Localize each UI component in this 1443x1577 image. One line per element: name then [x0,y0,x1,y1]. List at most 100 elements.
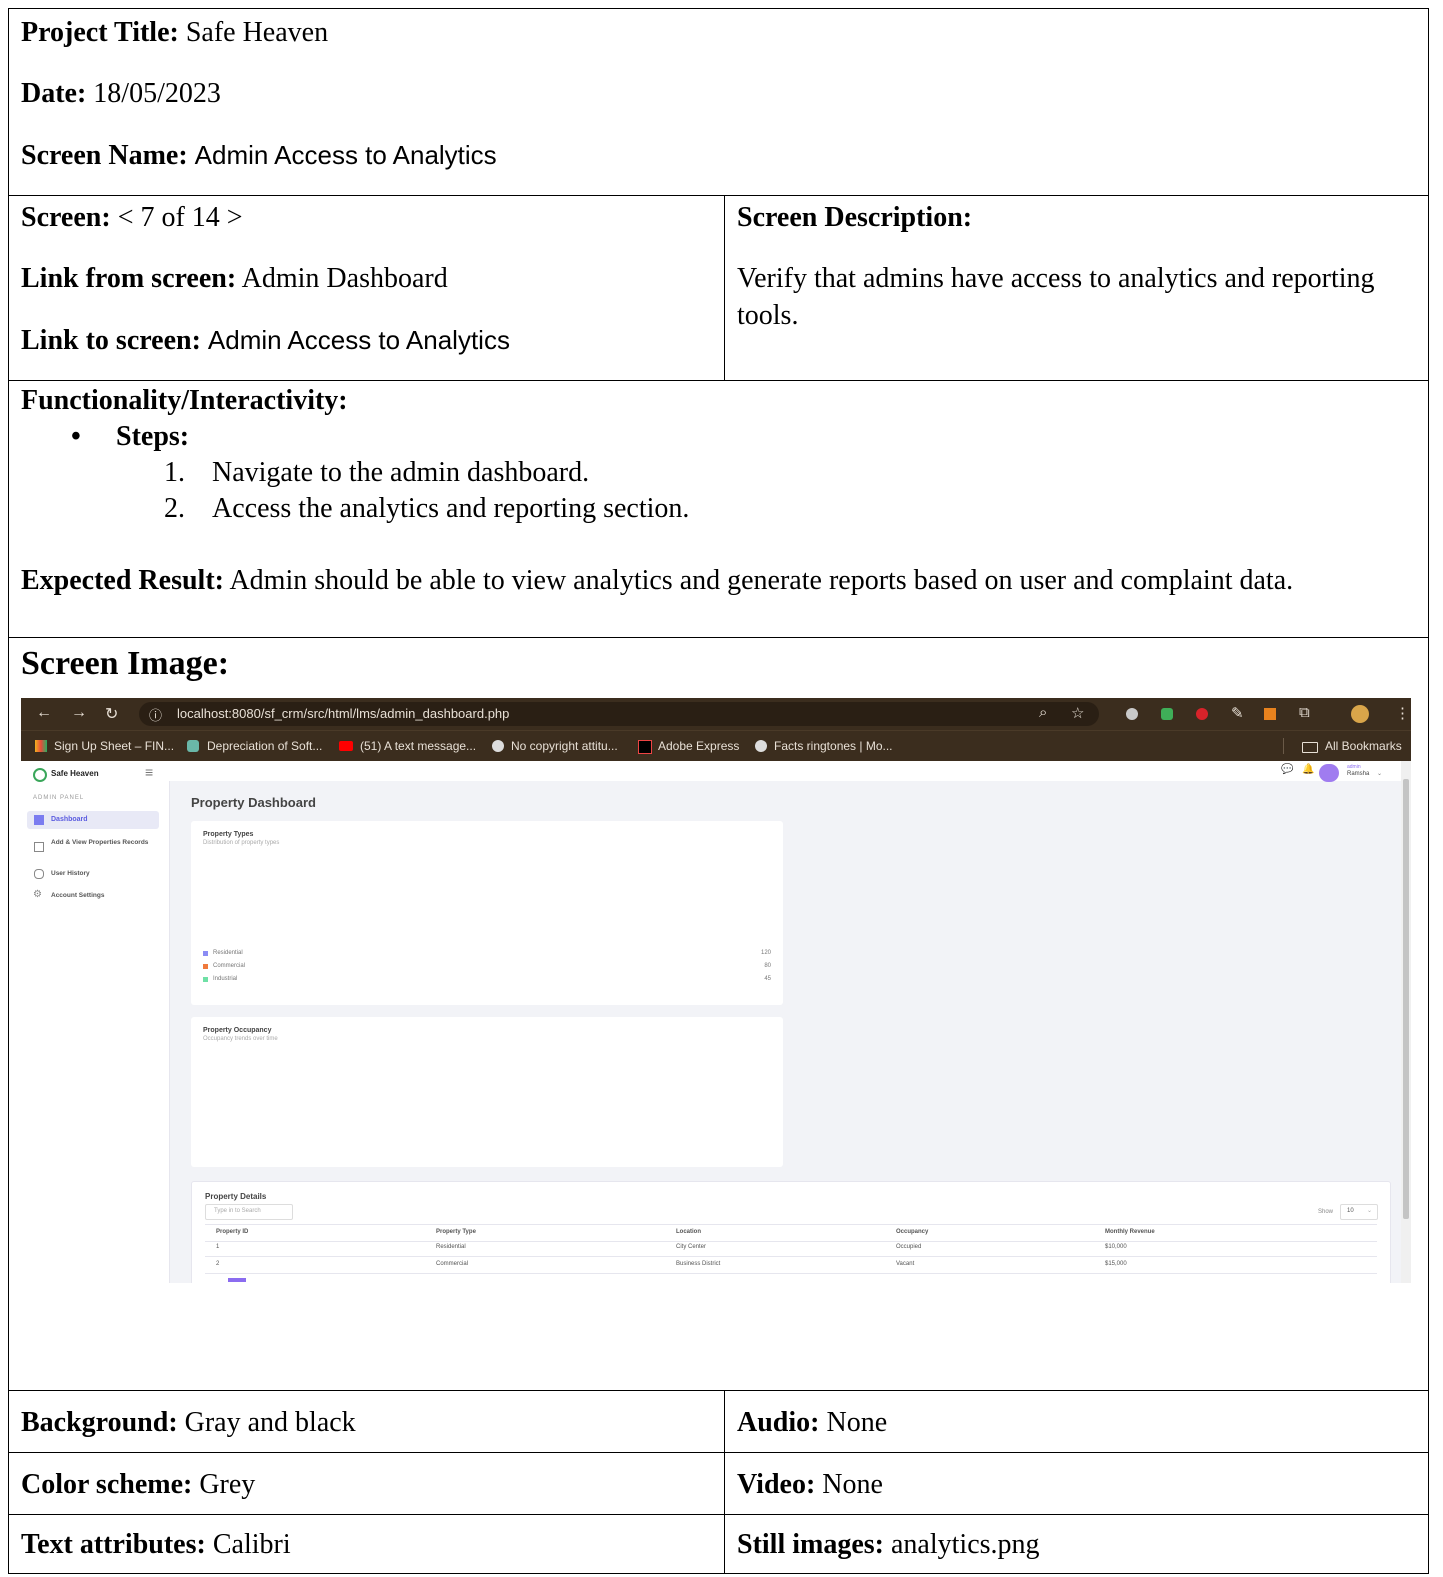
user-avatar[interactable] [1319,764,1339,782]
legend-label: Residential [213,950,243,956]
date-value: 18/05/2023 [93,78,221,109]
folder-icon [1302,742,1318,753]
logo-house-icon [33,768,47,782]
column-header[interactable]: Property ID [216,1229,248,1235]
bookmark-2[interactable]: Depreciation of Soft... [207,739,322,753]
header-section: Project Title: Safe Heaven Date: 18/05/2… [9,9,1428,196]
extension-picker-icon[interactable]: ✎ [1231,704,1244,722]
nav-user-history-label: User History [51,870,90,877]
legend-value: 120 [760,950,771,956]
column-header[interactable]: Monthly Revenue [1105,1229,1155,1235]
extension-fox-icon[interactable] [1264,708,1276,720]
zoom-icon[interactable]: ⌕ [1039,704,1047,721]
footer-row-2: Color scheme: Grey Video: None [9,1453,1428,1515]
step-2-text: Access the analytics and reporting secti… [212,493,690,524]
user-chevron-down-icon[interactable]: ⌄ [1377,770,1382,777]
star-icon[interactable]: ☆ [1071,704,1084,722]
color-scheme-cell: Color scheme: Grey [9,1453,725,1514]
bell-icon[interactable]: 🔔 [1302,764,1314,775]
users-icon [34,869,44,879]
site-info-icon[interactable]: ⓘ [149,705,162,724]
extensions-puzzle-icon[interactable]: ⧉ [1299,704,1310,721]
legend-value: 80 [764,963,771,969]
column-header[interactable]: Occupancy [896,1229,928,1235]
show-label: Show [1318,1209,1334,1215]
cell-occupancy: Vacant [896,1261,915,1267]
bookmark-youtube-icon [339,741,353,751]
profile-avatar-icon[interactable] [1351,705,1369,723]
legend-swatch [203,977,208,982]
back-icon[interactable]: ← [36,704,52,722]
page-size-value: 10 [1347,1208,1354,1214]
nav-user-history[interactable]: User History [27,867,159,881]
extension-drive-icon[interactable] [1161,708,1173,720]
expected-text: Admin should be able to view analytics a… [229,565,1294,596]
edit-icon [34,842,44,852]
nav-properties-label: Add & View Properties Records [51,839,149,846]
cell-location: Business District [676,1261,721,1267]
date-label: Date: [21,78,87,109]
nav-account-settings[interactable]: ⚙ Account Settings [27,889,159,903]
bookmarks-bar: Sign Up Sheet – FIN... Depreciation of S… [21,730,1411,762]
hamburger-icon[interactable]: ≡ [145,764,153,780]
legend-label: Industrial [213,976,238,982]
property-details-title: Property Details [205,1192,267,1201]
bookmark-3[interactable]: (51) A text message... [360,739,476,753]
extension-globe-icon[interactable] [1126,708,1138,720]
property-types-subtitle: Distribution of property types [203,840,280,846]
nav-account-settings-label: Account Settings [51,892,105,899]
property-occupancy-title: Property Occupancy [203,1027,272,1034]
reload-icon[interactable]: ↻ [105,704,118,724]
screen-links-cell: Screen: < 7 of 14 > Link from screen: Ad… [9,196,725,380]
brand-name: Safe Heaven [51,769,99,778]
screen-name-value: Admin Access to Analytics [194,140,497,170]
background-cell: Background: Gray and black [9,1391,725,1452]
admin-panel-label: ADMIN PANEL [33,795,85,801]
audio-label: Audio: [737,1407,820,1438]
user-role: admin [1347,764,1361,770]
project-title-value: Safe Heaven [185,17,329,48]
background-value: Gray and black [184,1407,356,1438]
table-search-input[interactable]: Type in to Search [205,1204,293,1220]
page-size-select[interactable]: 10 ⌄ [1340,1204,1378,1220]
address-bar[interactable]: ⓘ localhost:8080/sf_crm/src/html/lms/adm… [139,702,1099,726]
bookmark-1[interactable]: Sign Up Sheet – FIN... [54,739,174,753]
screen-name-label: Screen Name: [21,140,188,171]
functionality-heading: Functionality/Interactivity: [21,385,348,416]
legend-value: 45 [764,976,771,982]
all-bookmarks[interactable]: All Bookmarks [1325,739,1402,753]
column-header[interactable]: Property Type [436,1229,476,1235]
link-to-line: Link to screen: Admin Access to Analytic… [21,324,712,357]
cell-monthly-revenue: $15,000 [1105,1261,1127,1267]
link-to-label: Link to screen: [21,325,201,356]
bookmark-chatgpt-icon [187,740,199,752]
screen-name-line: Screen Name: Admin Access to Analytics [21,139,1416,172]
user-name[interactable]: Ramsha [1347,771,1369,777]
pagination-active[interactable] [228,1278,246,1282]
forward-icon[interactable]: → [71,704,87,722]
link-from-line: Link from screen: Admin Dashboard [21,263,712,324]
text-attributes-cell: Text attributes: Calibri [9,1515,725,1573]
background-label: Background: [21,1407,178,1438]
nav-properties[interactable]: Add & View Properties Records [27,837,159,859]
bookmark-cup-icon-2 [755,740,767,752]
video-value: None [822,1469,883,1500]
bookmark-6[interactable]: Facts ringtones | Mo... [774,739,893,753]
bookmark-4[interactable]: No copyright attitu... [511,739,618,753]
extension-record-icon[interactable] [1196,708,1208,720]
footer-row-3: Text attributes: Calibri Still images: a… [9,1515,1428,1573]
grid-icon [34,815,44,825]
step-2: 2. Access the analytics and reporting se… [21,493,1416,565]
nav-dashboard[interactable]: Dashboard [27,811,159,829]
app-sidebar: Safe Heaven ≡ ADMIN PANEL Dashboard Add … [21,761,170,1283]
app-main: 💬 🔔 admin Ramsha ⌄ Property Dashboard Pr… [169,761,1401,1283]
bookmark-5[interactable]: Adobe Express [658,739,739,753]
menu-dots-icon[interactable]: ⋮ [1395,704,1410,722]
cell-occupancy: Occupied [896,1244,922,1250]
column-header[interactable]: Location [676,1229,701,1235]
footer-row-1: Background: Gray and black Audio: None [9,1391,1428,1453]
chat-icon[interactable]: 💬 [1281,764,1293,775]
scrollbar-thumb[interactable] [1403,779,1409,1219]
link-to-value: Admin Access to Analytics [207,325,510,355]
page-scrollbar[interactable] [1401,761,1411,1283]
